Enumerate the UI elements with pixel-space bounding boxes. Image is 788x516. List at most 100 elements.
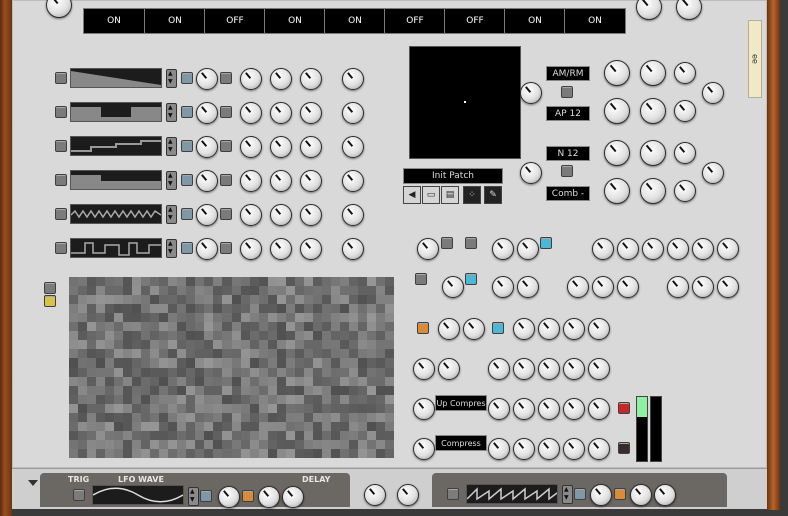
lfo6-knob-a[interactable] — [240, 238, 262, 260]
dyn2-knob-3[interactable] — [538, 438, 560, 460]
fx-knob-r2-4[interactable] — [567, 276, 589, 298]
lfo5-knob-d[interactable] — [342, 204, 364, 226]
lfo4-knob-b[interactable] — [270, 170, 292, 192]
fx-knob-r4-7[interactable] — [588, 358, 610, 380]
collapse-arrow-icon[interactable] — [28, 480, 38, 486]
lfo1-knob-c[interactable] — [300, 68, 322, 90]
trig-button[interactable] — [73, 489, 85, 501]
lfo5-sync-button[interactable] — [181, 208, 193, 220]
lfo4-knob-d[interactable] — [342, 170, 364, 192]
lfo5-knob-c[interactable] — [300, 204, 322, 226]
lfo2-rate-knob[interactable] — [196, 102, 218, 124]
fx-knob-r1-9[interactable] — [717, 238, 739, 260]
fx-btn-r2-1[interactable] — [415, 273, 427, 285]
lfo5-toggle[interactable] — [55, 208, 67, 220]
lfo3-toggle[interactable] — [55, 140, 67, 152]
lfo6-knob-d[interactable] — [342, 238, 364, 260]
switch-3[interactable]: OFF — [204, 8, 266, 34]
dyn2-indicator[interactable] — [618, 442, 630, 454]
fx-knob-r3-4[interactable] — [538, 318, 560, 340]
lfo4-wave-display[interactable] — [70, 170, 162, 190]
fx-btn-r3-1[interactable] — [417, 322, 429, 334]
lfo6-sync-button[interactable] — [181, 242, 193, 254]
fx-knob-r1-7[interactable] — [667, 238, 689, 260]
wrench-icon[interactable]: ✎ — [484, 186, 502, 204]
fx-knob-r4-4[interactable] — [513, 358, 535, 380]
filter4-knob-c[interactable] — [674, 180, 696, 202]
lfo1-wave-stepper[interactable] — [166, 69, 177, 88]
randomize-icon[interactable]: ⁘ — [463, 186, 481, 204]
dyn1-indicator[interactable] — [618, 402, 630, 414]
grid-toggle-1[interactable] — [44, 282, 56, 294]
lfo3-wave-stepper[interactable] — [166, 137, 177, 156]
fx-knob-r3-5[interactable] — [563, 318, 585, 340]
dyn1-knob-2[interactable] — [513, 398, 535, 420]
bottom-lfo-amount-knob[interactable] — [258, 486, 280, 508]
lfo3-sync-button[interactable] — [181, 140, 193, 152]
filter-knob-left-1[interactable] — [520, 82, 542, 104]
fx-btn-r1-3[interactable] — [540, 237, 552, 249]
lfo6-knob-c[interactable] — [300, 238, 322, 260]
fx-knob-r1-2[interactable] — [492, 238, 514, 260]
lfo5-rate-knob[interactable] — [196, 204, 218, 226]
bottom-lfo2-button[interactable] — [614, 488, 626, 500]
bottom-lfo2-wave-display[interactable] — [466, 484, 558, 504]
lfo1-toggle[interactable] — [55, 72, 67, 84]
fx-knob-r2-2[interactable] — [492, 276, 514, 298]
filter2-knob-c[interactable] — [674, 100, 696, 122]
fx-knob-r2-9[interactable] — [717, 276, 739, 298]
filter4-cutoff-knob[interactable] — [604, 178, 630, 204]
switch-7[interactable]: OFF — [444, 8, 506, 34]
fx-knob-r3-3[interactable] — [513, 318, 535, 340]
switch-6[interactable]: OFF — [384, 8, 446, 34]
filter4-reso-knob[interactable] — [640, 178, 666, 204]
fx-knob-r3-6[interactable] — [588, 318, 610, 340]
filter-knob-right-1[interactable] — [702, 82, 724, 104]
lfo2-knob-d[interactable] — [342, 102, 364, 124]
filter1-mode-display[interactable]: AM/RM — [546, 66, 590, 81]
filter1-cutoff-knob[interactable] — [604, 60, 630, 86]
lfo5-knob-b[interactable] — [270, 204, 292, 226]
filter2-reso-knob[interactable] — [640, 98, 666, 124]
bottom-lfo2-sync[interactable] — [574, 488, 586, 500]
fx-knob-r4-5[interactable] — [538, 358, 560, 380]
filter2-cutoff-knob[interactable] — [604, 98, 630, 124]
lfo1-rate-knob[interactable] — [196, 68, 218, 90]
filter4-mode-display[interactable]: Comb - — [546, 186, 590, 201]
lfo1-wave-display[interactable] — [70, 68, 162, 88]
patch-name-display[interactable]: Init Patch — [403, 168, 503, 184]
top-right-knob-2[interactable] — [676, 0, 702, 20]
fx-knob-r1-8[interactable] — [692, 238, 714, 260]
fx-knob-r2-5[interactable] — [592, 276, 614, 298]
lfo6-toggle[interactable] — [55, 242, 67, 254]
bottom-lfo2-rate-knob[interactable] — [590, 484, 612, 506]
dyn2-knob-5[interactable] — [588, 438, 610, 460]
dyn2-knob-2[interactable] — [513, 438, 535, 460]
lfo3-rate-knob[interactable] — [196, 136, 218, 158]
lfo1-sync-button[interactable] — [181, 72, 193, 84]
lfo6-rate-knob[interactable] — [196, 238, 218, 260]
bottom-mid-knob-2[interactable] — [397, 484, 419, 506]
lfo2-toggle[interactable] — [55, 106, 67, 118]
top-right-knob-1[interactable] — [636, 0, 662, 20]
filter3-cutoff-knob[interactable] — [604, 140, 630, 166]
dyn1-knob-5[interactable] — [588, 398, 610, 420]
filter-knob-left-2[interactable] — [520, 162, 542, 184]
lfo6-wave-display[interactable] — [70, 238, 162, 258]
modulation-grid[interactable] — [69, 277, 394, 458]
dyn1-knob-3[interactable] — [538, 398, 560, 420]
filter1-reso-knob[interactable] — [640, 60, 666, 86]
fx-btn-r3-2[interactable] — [492, 322, 504, 334]
lfo3-knob-b[interactable] — [270, 136, 292, 158]
lfo5-wave-display[interactable] — [70, 204, 162, 224]
switch-4[interactable]: ON — [264, 8, 326, 34]
lfo3-knob-a[interactable] — [240, 136, 262, 158]
fx-knob-r3-2[interactable] — [463, 318, 485, 340]
lfo2-sync-button[interactable] — [181, 106, 193, 118]
patch-prev-button[interactable]: ◀ — [403, 186, 421, 204]
side-tab[interactable]: ee — [748, 20, 762, 98]
filter1-knob-c[interactable] — [674, 62, 696, 84]
dyn1-knob-left[interactable] — [413, 398, 435, 420]
bottom-lfo2-knob-b[interactable] — [654, 484, 676, 506]
lfo4-button[interactable] — [220, 174, 232, 186]
